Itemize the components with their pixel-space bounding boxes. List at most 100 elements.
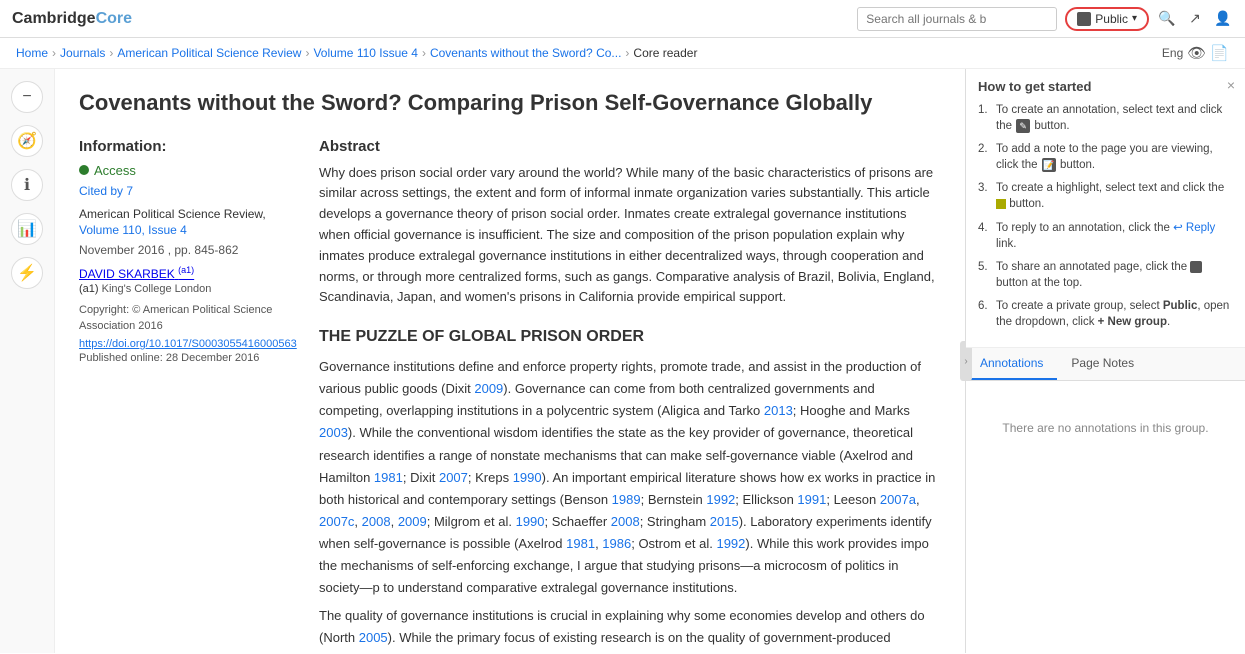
ref-kreps-1990[interactable]: 1990: [513, 470, 542, 485]
doc-icon[interactable]: 📄: [1210, 44, 1229, 62]
ref-leeson-2008[interactable]: 2008: [362, 514, 391, 529]
breadcrumb-current: Core reader: [633, 46, 697, 60]
how-to-item-6: 6. To create a private group, select Pub…: [978, 298, 1233, 330]
breadcrumb-volume[interactable]: Volume 110 Issue 4: [313, 46, 418, 60]
step-num-2: 2.: [978, 141, 992, 173]
section-heading: THE PUZZLE OF GLOBAL PRISON ORDER: [319, 328, 941, 346]
ref-stringham-2015[interactable]: 2015: [710, 514, 739, 529]
language-button[interactable]: Eng: [1162, 46, 1183, 60]
ref-axelrod-1986[interactable]: 1986: [602, 536, 631, 551]
ref-leeson-2007c[interactable]: 2007c: [319, 514, 354, 529]
step-text-6: To create a private group, select Public…: [996, 298, 1233, 330]
info-column: Information: Access Cited by 7 American …: [79, 138, 299, 653]
how-to-item-1: 1. To create an annotation, select text …: [978, 102, 1233, 134]
content-area: Covenants without the Sword? Comparing P…: [55, 69, 965, 653]
how-to-item-5: 5. To share an annotated page, click the…: [978, 259, 1233, 291]
info-icon[interactable]: ℹ: [11, 169, 43, 201]
breadcrumb-sep4: ›: [422, 46, 426, 60]
how-to-item-2: 2. To add a note to the page you are vie…: [978, 141, 1233, 173]
cited-by-label: Cited by: [79, 184, 123, 198]
breadcrumb-sep3: ›: [305, 46, 309, 60]
published-date: Published online: 28 December 2016: [79, 352, 299, 364]
logo-core-text: Core: [96, 10, 132, 28]
volume-link[interactable]: Volume 110, Issue 4: [79, 223, 187, 237]
step-text-5: To share an annotated page, click the bu…: [996, 259, 1233, 291]
ref-schaeffer-2008[interactable]: 2008: [611, 514, 640, 529]
annotations-tabs: Annotations Page Notes: [966, 348, 1245, 381]
how-to-item-3: 3. To create a highlight, select text an…: [978, 180, 1233, 212]
breadcrumb-journal[interactable]: American Political Science Review: [117, 46, 301, 60]
minus-button[interactable]: −: [11, 81, 43, 113]
step-text-3: To create a highlight, select text and c…: [996, 180, 1233, 212]
how-to-item-4: 4. To reply to an annotation, click the …: [978, 220, 1233, 252]
note-icon: 📝: [1042, 158, 1056, 172]
abstract-text: Why does prison social order vary around…: [319, 163, 941, 309]
ref-dixit-2007[interactable]: 2007: [439, 470, 468, 485]
access-label: Access: [79, 163, 299, 178]
breadcrumb-journals[interactable]: Journals: [60, 46, 105, 60]
left-sidebar: − 🧭 ℹ 📊 ⚡: [0, 69, 55, 653]
ref-north-2005[interactable]: 2005: [359, 630, 388, 645]
page-notes-tab[interactable]: Page Notes: [1057, 348, 1148, 380]
breadcrumb: Home › Journals › American Political Sci…: [0, 38, 1245, 69]
logo: Cambridge Core: [12, 10, 132, 28]
eye-icon[interactable]: 👁: [1187, 44, 1206, 62]
annotations-tab[interactable]: Annotations: [966, 348, 1057, 380]
how-to-section: How to get started × 1. To create an ann…: [966, 69, 1245, 348]
doi-link[interactable]: https://doi.org/10.1017/S000305541600056…: [79, 338, 299, 350]
ref-ellickson-1991[interactable]: 1991: [797, 492, 826, 507]
public-label: Public: [1095, 12, 1128, 26]
step-text-2: To add a note to the page you are viewin…: [996, 141, 1233, 173]
share-icon[interactable]: ↗: [1185, 9, 1205, 29]
ref-axelrod-1981[interactable]: 1981: [566, 536, 595, 551]
breadcrumb-article[interactable]: Covenants without the Sword? Co...: [430, 46, 621, 60]
reply-arrow-icon: ↩ Reply: [1173, 222, 1215, 234]
journal-name: American Political Science Review,: [79, 207, 266, 221]
breadcrumb-home[interactable]: Home: [16, 46, 48, 60]
author-sup: (a1): [178, 265, 194, 275]
info-title: Information:: [79, 138, 299, 155]
breadcrumb-sep2: ›: [109, 46, 113, 60]
no-annotations-message: There are no annotations in this group.: [966, 381, 1245, 475]
step-text-4: To reply to an annotation, click the ↩ R…: [996, 220, 1233, 252]
ref-leeson-2007a[interactable]: 2007a: [880, 492, 916, 507]
ref-bernstein-1992[interactable]: 1992: [706, 492, 735, 507]
access-dot: [79, 165, 89, 175]
new-group-strong: + New group: [1098, 316, 1167, 328]
ref-tarko-2013[interactable]: 2013: [764, 403, 793, 418]
ref-ostrom-1992[interactable]: 1992: [716, 536, 745, 551]
ref-benson-1989[interactable]: 1989: [612, 492, 641, 507]
breadcrumb-sep5: ›: [625, 46, 629, 60]
ref-hamilton-1981[interactable]: 1981: [374, 470, 403, 485]
highlight-icon: [996, 199, 1006, 209]
journal-ref: American Political Science Review, Volum…: [79, 206, 299, 240]
affil-label: (a1): [79, 283, 99, 295]
annotation-icon: ✎: [1016, 119, 1030, 133]
ref-milgrom-1990[interactable]: 1990: [516, 514, 545, 529]
body-paragraph-2: The quality of governance institutions i…: [319, 605, 941, 653]
search-icon[interactable]: 🔍: [1157, 9, 1177, 29]
copyright: Copyright: © American Political Science …: [79, 303, 299, 334]
affil-name: King's College London: [102, 283, 212, 295]
breadcrumb-sep1: ›: [52, 46, 56, 60]
public-button[interactable]: Public ▾: [1065, 7, 1149, 31]
search-input[interactable]: [857, 7, 1057, 31]
ref-dixit-2009[interactable]: 2009: [474, 381, 503, 396]
close-button[interactable]: ×: [1227, 77, 1235, 93]
user-icon[interactable]: 👤: [1213, 9, 1233, 29]
step-num-1: 1.: [978, 102, 992, 134]
step-text-1: To create an annotation, select text and…: [996, 102, 1233, 134]
author-link[interactable]: DAVID SKARBEK (a1): [79, 267, 194, 281]
step-num-5: 5.: [978, 259, 992, 291]
compass-icon[interactable]: 🧭: [11, 125, 43, 157]
body-paragraph-1: Governance institutions define and enfor…: [319, 356, 941, 599]
article-column: Abstract Why does prison social order va…: [319, 138, 941, 653]
chart-icon[interactable]: 📊: [11, 213, 43, 245]
public-strong: Public: [1163, 300, 1198, 312]
cited-by-count[interactable]: 7: [126, 184, 133, 198]
lightning-icon[interactable]: ⚡: [11, 257, 43, 289]
ref-leeson-2009[interactable]: 2009: [398, 514, 427, 529]
step-num-6: 6.: [978, 298, 992, 330]
ref-marks-2003[interactable]: 2003: [319, 425, 348, 440]
pages-ref: November 2016 , pp. 845-862: [79, 243, 299, 257]
